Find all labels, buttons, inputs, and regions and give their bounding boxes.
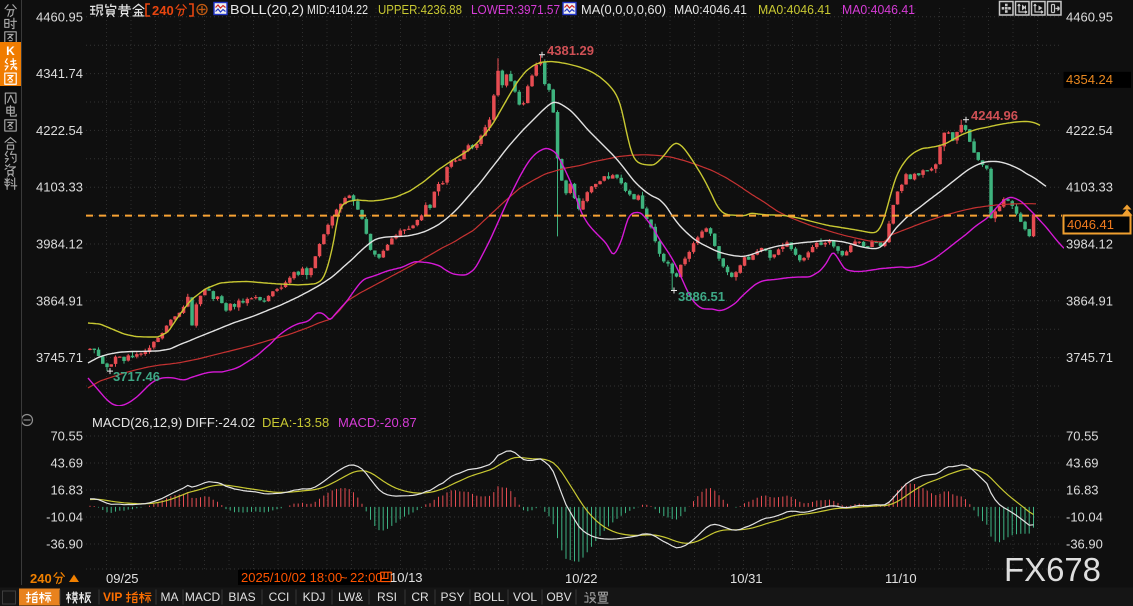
svg-text:~: ~ [340,570,348,585]
svg-text:MA(0,0,0,0,60): MA(0,0,0,0,60) [581,3,666,17]
svg-text:BOLL(20,2): BOLL(20,2) [230,3,304,17]
svg-text:MA0:4046.41: MA0:4046.41 [674,3,747,17]
svg-text:MACD(26,12,9) DIFF:-24.02: MACD(26,12,9) DIFF:-24.02 [92,415,255,430]
svg-text:MID:4104.22: MID:4104.22 [307,3,368,17]
svg-text:4460.95: 4460.95 [1066,9,1113,24]
svg-text:-10.04: -10.04 [1066,510,1103,525]
svg-text:4046.41: 4046.41 [1067,217,1114,232]
svg-text:10/31: 10/31 [730,571,763,586]
svg-text:BIAS: BIAS [228,590,255,604]
svg-text:LW&: LW& [338,590,363,604]
svg-text:-36.90: -36.90 [46,537,83,552]
svg-text:K: K [6,44,15,58]
svg-text:FX678: FX678 [1004,551,1101,588]
svg-text:4341.74: 4341.74 [36,66,83,81]
svg-text:3984.12: 3984.12 [36,237,83,252]
svg-text:240: 240 [152,3,174,18]
svg-text:MA: MA [161,590,179,604]
svg-text:70.55: 70.55 [50,429,83,444]
svg-text:240: 240 [30,571,52,586]
svg-text:3984.12: 3984.12 [1066,237,1113,252]
svg-text:3745.71: 3745.71 [1066,350,1113,365]
svg-text:43.69: 43.69 [50,456,83,471]
svg-text:3717.46: 3717.46 [113,369,160,384]
svg-text:PSY: PSY [440,590,464,604]
svg-text:CCI: CCI [269,590,290,604]
svg-text:MACD:-20.87: MACD:-20.87 [338,415,417,430]
svg-text:-36.90: -36.90 [1066,537,1103,552]
svg-text:3745.71: 3745.71 [36,350,83,365]
svg-text:KDJ: KDJ [303,590,326,604]
svg-text:LOWER:3971.57: LOWER:3971.57 [471,3,560,17]
svg-text:4103.33: 4103.33 [36,180,83,195]
svg-text:UPPER:4236.88: UPPER:4236.88 [378,3,462,17]
svg-text:3864.91: 3864.91 [1066,293,1113,308]
svg-text:VIP: VIP [103,590,122,604]
svg-text:4354.24: 4354.24 [1066,72,1113,87]
svg-text:MA0:4046.41: MA0:4046.41 [842,3,915,17]
svg-text:22:00: 22:00 [350,570,383,585]
svg-text:3864.91: 3864.91 [36,293,83,308]
svg-text:2025/10/02 18:00: 2025/10/02 18:00 [241,570,342,585]
svg-text:16.83: 16.83 [50,483,83,498]
svg-text:70.55: 70.55 [1066,429,1099,444]
svg-text:4460.95: 4460.95 [36,9,83,24]
svg-text:4381.29: 4381.29 [547,43,594,58]
svg-text:09/25: 09/25 [106,571,139,586]
svg-text:43.69: 43.69 [1066,456,1099,471]
svg-text:16.83: 16.83 [1066,483,1099,498]
svg-text:MACD: MACD [185,590,221,604]
svg-text:4244.96: 4244.96 [971,108,1018,123]
svg-text:BOLL: BOLL [474,590,505,604]
svg-text:-10.04: -10.04 [46,510,83,525]
svg-text:10/13: 10/13 [390,570,423,585]
svg-text:4222.54: 4222.54 [1066,123,1113,138]
svg-text:DEA:-13.58: DEA:-13.58 [262,415,329,430]
svg-text:11/10: 11/10 [885,571,917,586]
svg-text:4222.54: 4222.54 [36,123,83,138]
svg-text:VOL: VOL [513,590,537,604]
svg-text:4103.33: 4103.33 [1066,180,1113,195]
svg-text:CR: CR [411,590,429,604]
svg-text:10/22: 10/22 [565,571,598,586]
svg-text:OBV: OBV [546,590,571,604]
svg-text:MA0:4046.41: MA0:4046.41 [758,3,831,17]
svg-text:3886.51: 3886.51 [678,289,725,304]
svg-text:RSI: RSI [377,590,397,604]
